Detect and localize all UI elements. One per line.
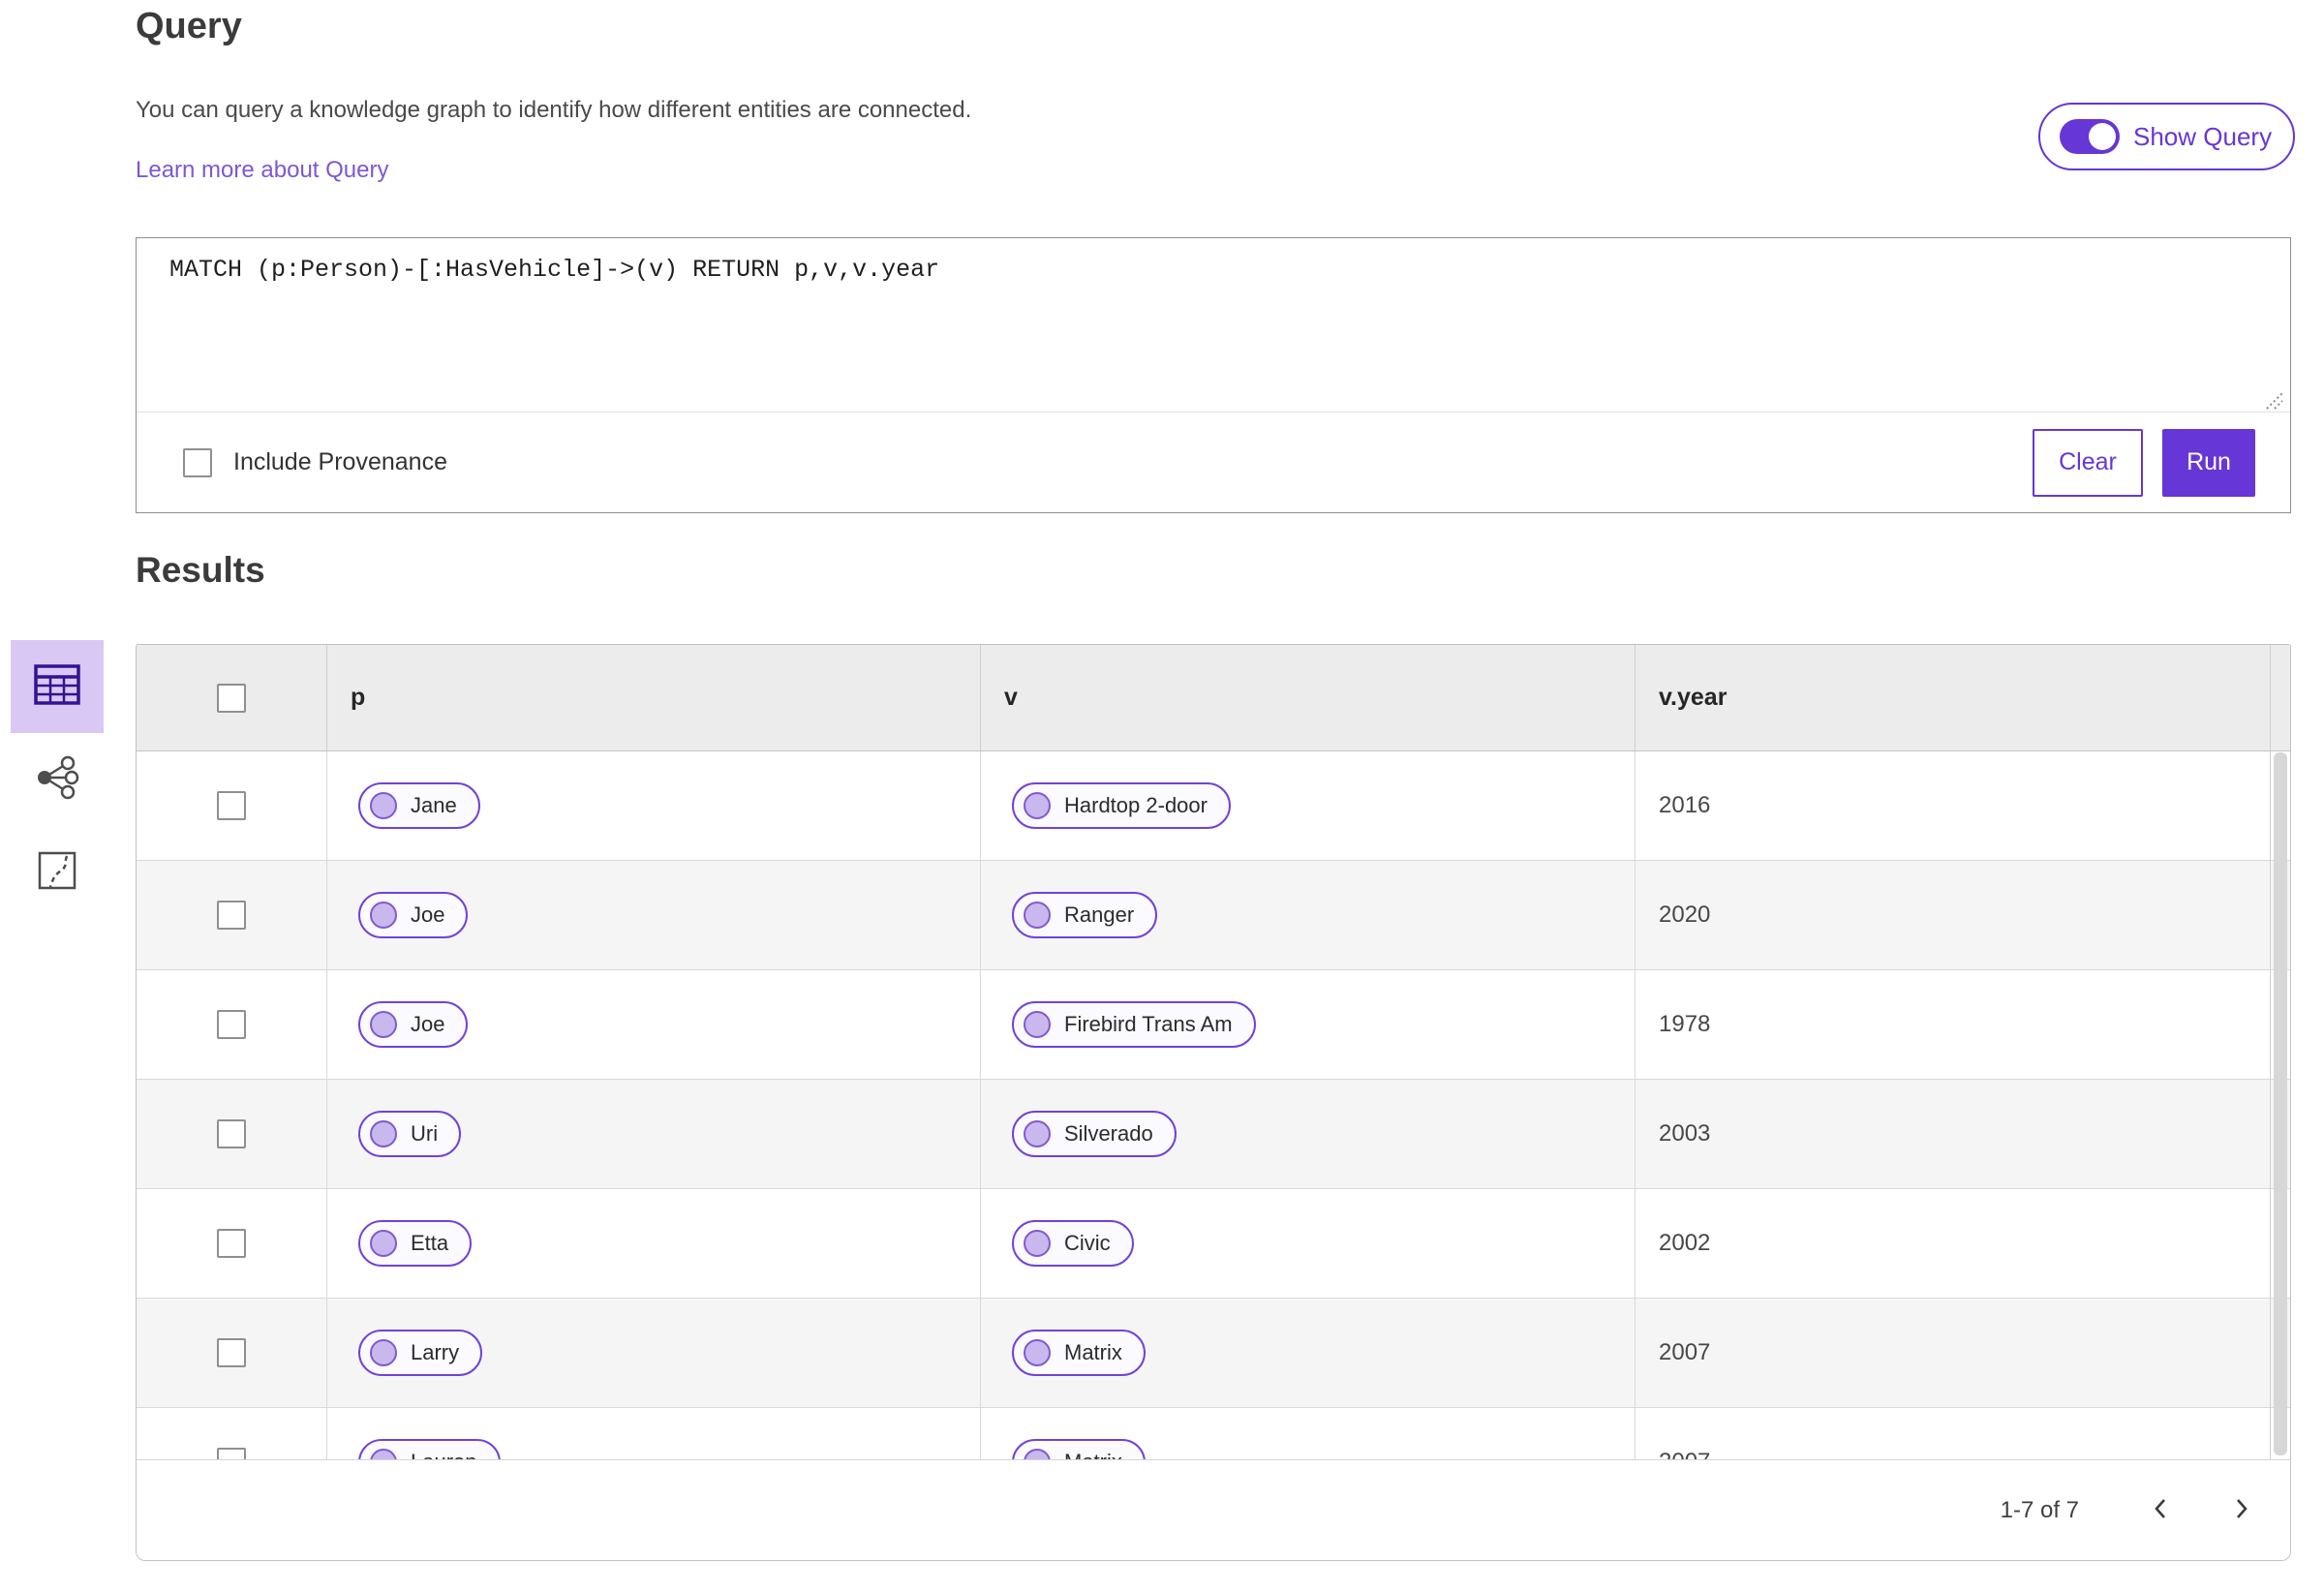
view-switcher [11, 640, 104, 919]
table-scrollbar[interactable] [2270, 645, 2290, 1459]
entity-pill[interactable]: Matrix [1012, 1330, 1146, 1376]
results-title: Results [136, 550, 265, 590]
chevron-left-icon [2150, 1496, 2171, 1524]
resize-handle-icon[interactable] [2259, 385, 2284, 415]
node-icon [1024, 1120, 1051, 1147]
entity-pill[interactable]: Hardtop 2-door [1012, 782, 1231, 829]
entity-pill[interactable]: Joe [358, 1001, 469, 1048]
results-table: p v v.year Jane Hardtop 2-door 2016 Joe … [136, 644, 2291, 1561]
run-button[interactable]: Run [2162, 428, 2255, 497]
entity-pill[interactable]: Joe [358, 892, 469, 938]
clear-button[interactable]: Clear [2033, 428, 2143, 497]
query-page: Query You can query a knowledge graph to… [0, 0, 2324, 1591]
scrollbar-thumb[interactable] [2274, 752, 2287, 1455]
graph-view-button[interactable] [11, 733, 104, 826]
year-value: 2016 [1659, 792, 1711, 818]
node-icon [1024, 1011, 1051, 1038]
node-icon [1024, 902, 1051, 929]
graph-view-icon [35, 755, 79, 805]
table-view-button[interactable] [11, 640, 104, 733]
entity-pill[interactable]: Firebird Trans Am [1012, 1001, 1256, 1048]
query-panel: MATCH (p:Person)-[:HasVehicle]->(v) RETU… [136, 237, 2291, 513]
table-view-icon [34, 663, 80, 710]
row-select-checkbox[interactable] [217, 901, 246, 930]
table-row: Uri Silverado 2003 [137, 1080, 2290, 1189]
table-row: Jane Hardtop 2-door 2016 [137, 751, 2290, 861]
next-page-button[interactable] [2220, 1489, 2263, 1532]
learn-more-link[interactable]: Learn more about Query [136, 157, 388, 184]
row-select-checkbox[interactable] [217, 1338, 246, 1367]
chevron-right-icon [2231, 1496, 2252, 1524]
table-row: Etta Civic 2002 [137, 1189, 2290, 1299]
column-header-vyear: v.year [1659, 684, 1728, 711]
year-value: 1978 [1659, 1011, 1711, 1037]
query-panel-footer: Include Provenance Clear Run [137, 413, 2290, 512]
toggle-knob [2089, 123, 2116, 150]
entity-pill[interactable]: Civic [1012, 1220, 1134, 1267]
show-query-toggle[interactable]: Show Query [2038, 103, 2295, 170]
node-icon [370, 1011, 397, 1038]
pagination-range: 1-7 of 7 [2000, 1496, 2079, 1523]
table-header-row: p v v.year [137, 645, 2290, 751]
node-icon [1024, 792, 1051, 819]
row-select-checkbox[interactable] [217, 1010, 246, 1039]
entity-pill[interactable]: Larry [358, 1330, 483, 1376]
year-value: 2007 [1659, 1339, 1711, 1365]
node-icon [370, 792, 397, 819]
node-icon [1024, 1230, 1051, 1257]
node-icon [1024, 1339, 1051, 1366]
entity-pill[interactable]: Silverado [1012, 1111, 1177, 1157]
select-all-checkbox[interactable] [217, 683, 246, 713]
row-select-checkbox[interactable] [217, 1119, 246, 1148]
entity-pill[interactable]: Uri [358, 1111, 462, 1157]
entity-pill[interactable]: Ranger [1012, 892, 1158, 938]
toggle-switch-icon[interactable] [2060, 119, 2120, 154]
page-description: You can query a knowledge graph to ident… [136, 97, 972, 123]
entity-pill[interactable]: Etta [358, 1220, 473, 1267]
query-input[interactable]: MATCH (p:Person)-[:HasVehicle]->(v) RETU… [137, 238, 2290, 413]
include-provenance-checkbox[interactable] [183, 447, 212, 477]
table-pagination: 1-7 of 7 [137, 1459, 2290, 1560]
node-icon [370, 1230, 397, 1257]
row-select-checkbox[interactable] [217, 791, 246, 820]
node-icon [370, 1120, 397, 1147]
year-value: 2003 [1659, 1120, 1711, 1147]
row-select-checkbox[interactable] [217, 1229, 246, 1258]
include-provenance-label: Include Provenance [233, 448, 447, 475]
table-row: Larry Matrix 2007 [137, 1299, 2290, 1408]
year-value: 2002 [1659, 1230, 1711, 1256]
map-view-icon [38, 851, 76, 895]
table-row: Joe Firebird Trans Am 1978 [137, 970, 2290, 1080]
show-query-label: Show Query [2133, 121, 2273, 151]
entity-pill[interactable]: Jane [358, 782, 480, 829]
column-header-p: p [327, 645, 981, 750]
year-value: 2020 [1659, 902, 1711, 928]
previous-page-button[interactable] [2139, 1489, 2182, 1532]
table-row: Joe Ranger 2020 [137, 861, 2290, 970]
node-icon [370, 902, 397, 929]
column-header-v: v [981, 645, 1636, 750]
node-icon [370, 1339, 397, 1366]
map-view-button[interactable] [11, 826, 104, 919]
page-title: Query [136, 6, 242, 46]
